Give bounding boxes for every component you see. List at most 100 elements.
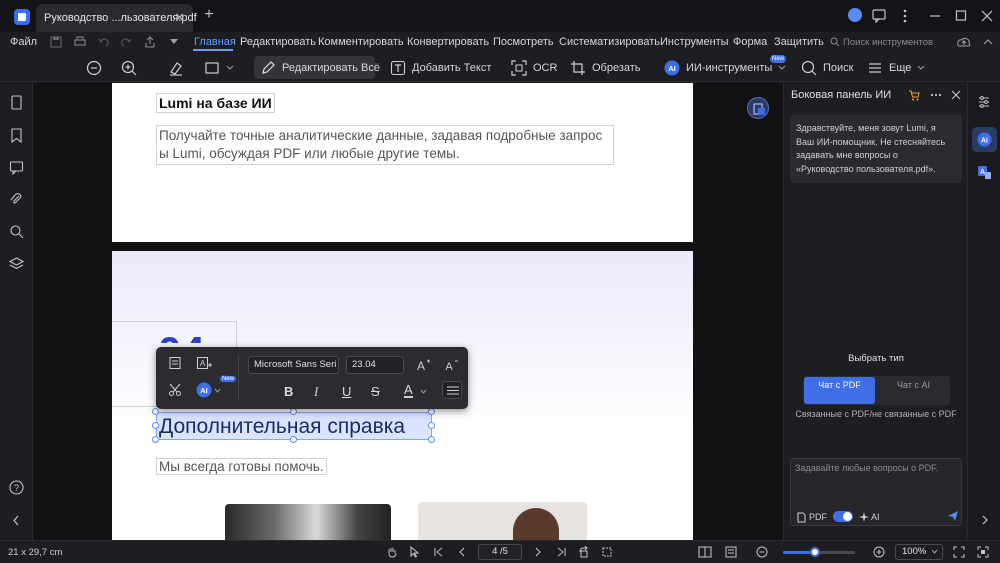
save-icon[interactable]	[50, 36, 62, 48]
next-page-icon[interactable]	[532, 546, 544, 558]
cart-icon[interactable]	[908, 89, 920, 101]
resize-handle[interactable]	[428, 436, 435, 443]
resize-handle[interactable]	[152, 422, 159, 429]
heading-text[interactable]: Дополнительная справка	[159, 415, 405, 439]
menu-convert[interactable]: Конвертировать	[407, 36, 489, 48]
search-tools-input[interactable]: Поиск инструментов	[843, 37, 933, 48]
redo-icon[interactable]	[120, 36, 132, 48]
resize-handle[interactable]	[428, 422, 435, 429]
close-icon[interactable]: ✕	[174, 10, 185, 26]
pdf-page[interactable]: Lumi на базе ИИ Получайте точные аналити…	[112, 83, 693, 242]
help-icon[interactable]: ?	[9, 480, 24, 495]
feedback-icon[interactable]	[872, 8, 886, 24]
search-button[interactable]: Поиск	[801, 56, 853, 79]
chat-with-pdf-option[interactable]: Чат с PDF	[804, 377, 875, 404]
pdf-ai-switch[interactable]	[833, 511, 853, 522]
comment-icon[interactable]	[9, 160, 24, 175]
ai-icon[interactable]: AI	[196, 382, 212, 398]
more-vertical-icon[interactable]	[898, 8, 912, 24]
more-button[interactable]: Еще	[867, 56, 925, 79]
layers-icon[interactable]	[9, 256, 24, 271]
strikethrough-button[interactable]: S	[371, 384, 380, 399]
send-icon[interactable]	[947, 510, 959, 522]
document-tab[interactable]: Руководство ...льзователя.pdf ✕	[36, 4, 197, 32]
menu-protect[interactable]: Защитить	[774, 36, 824, 48]
menu-tools[interactable]: Инструменты	[660, 36, 729, 48]
chevron-down-icon[interactable]	[420, 389, 427, 395]
zoom-in-button[interactable]	[121, 56, 137, 79]
lumi-title-text[interactable]: Lumi на базе ИИ	[156, 93, 275, 113]
collapse-ribbon-icon[interactable]	[982, 36, 994, 48]
menu-edit[interactable]: Редактировать	[240, 36, 316, 48]
ai-question-input[interactable]: Задавайте любые вопросы о PDF. PDF AI	[790, 458, 962, 526]
menu-organize[interactable]: Систематизировать	[559, 36, 660, 48]
view-mode-icon[interactable]	[725, 546, 739, 558]
shape-button[interactable]	[204, 56, 234, 79]
underline-button[interactable]: U	[342, 384, 351, 399]
properties-icon[interactable]	[977, 95, 991, 109]
fit-width-icon[interactable]	[953, 546, 965, 558]
photo-thumbnail[interactable]	[225, 504, 391, 540]
expand-panel-icon[interactable]	[980, 515, 990, 525]
ocr-button[interactable]: OCR	[511, 56, 557, 79]
zoom-in-icon[interactable]	[873, 546, 885, 558]
fit-page-icon[interactable]	[601, 546, 613, 558]
ai-sidebar-tab[interactable]: AI	[972, 127, 997, 152]
menu-comment[interactable]: Комментировать	[318, 36, 404, 48]
increase-font-icon[interactable]: A	[415, 358, 431, 372]
zoom-out-icon[interactable]	[756, 546, 768, 558]
add-text-button[interactable]: Добавить Текст	[390, 56, 491, 79]
crop-button[interactable]: Обрезать	[570, 56, 641, 79]
rotate-icon[interactable]	[578, 546, 590, 558]
font-color-button[interactable]: A	[404, 383, 413, 398]
last-page-icon[interactable]	[555, 546, 567, 558]
resize-handle[interactable]	[290, 408, 297, 415]
close-icon[interactable]	[950, 89, 962, 101]
decrease-font-icon[interactable]: A	[443, 358, 459, 372]
attachment-icon[interactable]	[9, 192, 24, 207]
page-thumbnails-icon[interactable]	[9, 95, 24, 110]
bookmark-icon[interactable]	[9, 128, 24, 143]
subtext[interactable]: Мы всегда готовы помочь.	[156, 458, 327, 475]
chat-with-ai-option[interactable]: Чат с AI	[878, 377, 949, 404]
photo-thumbnail[interactable]	[418, 502, 587, 540]
zoom-level-select[interactable]: 100%	[895, 544, 943, 560]
more-horizontal-icon[interactable]	[930, 89, 942, 101]
scissors-icon[interactable]	[168, 383, 182, 397]
hand-tool-icon[interactable]	[386, 546, 398, 558]
font-size-select[interactable]: 23.04	[346, 356, 404, 374]
italic-button[interactable]: I	[314, 384, 318, 400]
paragraph-icon[interactable]	[168, 356, 182, 370]
undo-icon[interactable]	[98, 36, 110, 48]
minimize-icon[interactable]	[928, 8, 942, 24]
font-family-select[interactable]: Microsoft Sans Seri	[248, 356, 339, 374]
select-cursor-icon[interactable]	[408, 546, 420, 558]
bold-button[interactable]: B	[284, 384, 293, 399]
menu-home[interactable]: Главная	[194, 36, 236, 48]
resize-handle[interactable]	[152, 436, 159, 443]
cloud-upload-icon[interactable]	[957, 36, 971, 48]
menu-form[interactable]: Форма	[733, 36, 767, 48]
collapse-sidebar-icon[interactable]	[9, 513, 24, 528]
menu-view[interactable]: Посмотреть	[493, 36, 554, 48]
previous-page-icon[interactable]	[456, 546, 468, 558]
alignment-select[interactable]	[442, 381, 462, 399]
share-icon[interactable]	[144, 36, 156, 48]
print-icon[interactable]	[74, 36, 86, 48]
add-text-icon[interactable]: A	[196, 356, 212, 370]
quick-access-dropdown-icon[interactable]	[168, 37, 180, 47]
zoom-out-button[interactable]	[86, 56, 102, 79]
chevron-down-icon[interactable]	[214, 388, 221, 394]
maximize-icon[interactable]	[954, 8, 968, 24]
edit-all-button[interactable]: Редактировать Всё	[254, 56, 380, 79]
search-icon[interactable]	[9, 224, 24, 239]
new-tab-button[interactable]: +	[200, 6, 218, 24]
resize-handle[interactable]	[290, 436, 297, 443]
ai-translate-icon[interactable]: A	[977, 165, 992, 180]
ai-float-button[interactable]	[747, 97, 769, 119]
page-number-input[interactable]: 4 /5	[478, 544, 522, 560]
document-viewer[interactable]: Lumi на базе ИИ Получайте точные аналити…	[33, 83, 783, 540]
window-close-icon[interactable]	[980, 8, 994, 24]
zoom-slider-handle[interactable]	[810, 547, 821, 557]
page-layout-icon[interactable]	[698, 546, 712, 558]
